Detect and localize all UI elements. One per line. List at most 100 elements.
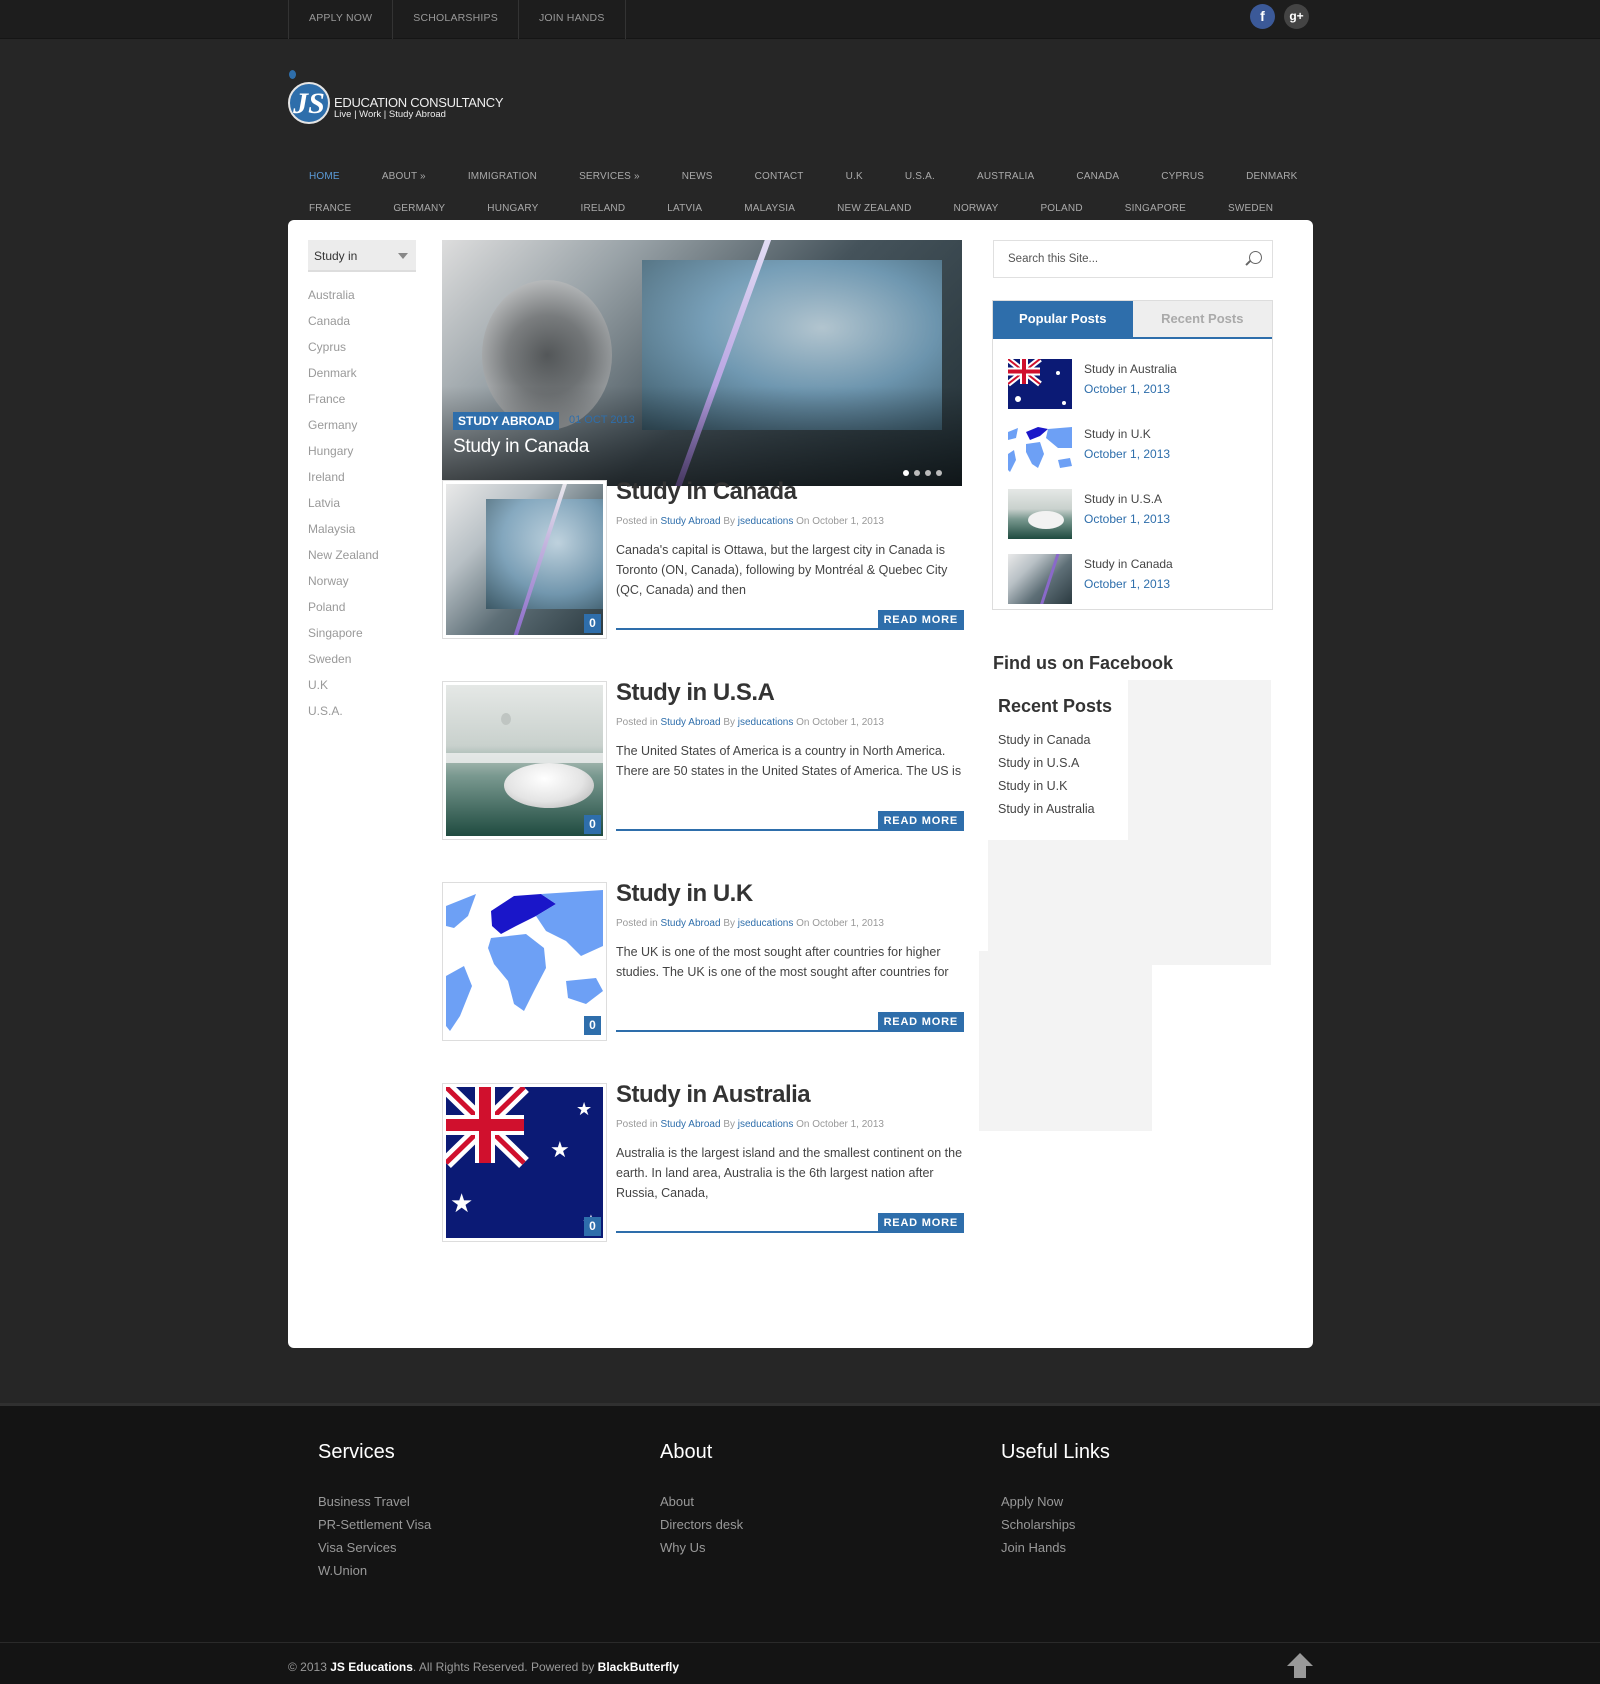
country-link-denmark[interactable]: Denmark xyxy=(308,360,379,386)
post-category-link[interactable]: Study Abroad xyxy=(660,918,720,929)
post-thumbnail[interactable]: 0 xyxy=(442,681,607,840)
country-link-u-s-a[interactable]: U.S.A. xyxy=(308,698,379,724)
country-link-sweden[interactable]: Sweden xyxy=(308,646,379,672)
post-author-link[interactable]: jseducations xyxy=(738,918,794,929)
post-thumbnail[interactable]: 0 xyxy=(442,480,607,639)
post-thumbnail[interactable]: ★ ★ ★ ★ 0 xyxy=(442,1083,607,1242)
nav-item-denmark[interactable]: DENMARK xyxy=(1225,171,1318,182)
nav-item-sweden[interactable]: SWEDEN xyxy=(1207,203,1294,214)
post-author-link[interactable]: jseducations xyxy=(738,1119,794,1130)
recent-post-link[interactable]: Study in U.S.A xyxy=(998,752,1095,775)
featured-slider[interactable]: STUDY ABROAD 01 OCT 2013 Study in Canada xyxy=(442,240,962,486)
slide-title[interactable]: Study in Canada xyxy=(453,436,589,458)
country-link-cyprus[interactable]: Cyprus xyxy=(308,334,379,360)
google-plus-icon[interactable]: g+ xyxy=(1284,4,1309,29)
footer-link-business-travel[interactable]: Business Travel xyxy=(318,1490,431,1513)
read-more-button[interactable]: READ MORE xyxy=(877,1213,964,1233)
nav-item-canada[interactable]: CANADA xyxy=(1055,171,1140,182)
read-more-button[interactable]: READ MORE xyxy=(877,610,964,630)
nav-item-hungary[interactable]: HUNGARY xyxy=(466,203,559,214)
recent-post-link[interactable]: Study in Canada xyxy=(998,729,1095,752)
popular-post-title[interactable]: Study in Canada xyxy=(1084,557,1173,571)
nav-item-singapore[interactable]: SINGAPORE xyxy=(1104,203,1207,214)
tab-recent-posts[interactable]: Recent Posts xyxy=(1132,301,1272,337)
nav-item-new-zealand[interactable]: NEW ZEALAND xyxy=(816,203,932,214)
footer-link-apply-now[interactable]: Apply Now xyxy=(1001,1490,1110,1513)
read-more-button[interactable]: READ MORE xyxy=(877,1012,964,1032)
country-link-norway[interactable]: Norway xyxy=(308,568,379,594)
post-author-link[interactable]: jseducations xyxy=(738,516,794,527)
nav-item-malaysia[interactable]: MALAYSIA xyxy=(723,203,816,214)
country-link-hungary[interactable]: Hungary xyxy=(308,438,379,464)
country-link-malaysia[interactable]: Malaysia xyxy=(308,516,379,542)
nav-item-services[interactable]: SERVICES » xyxy=(558,171,661,182)
comment-count[interactable]: 0 xyxy=(584,614,601,633)
top-link-join-hands[interactable]: JOIN HANDS xyxy=(517,0,626,39)
popular-post-item[interactable]: Study in Canada October 1, 2013 xyxy=(1008,554,1268,606)
footer-link-pr-settlement-visa[interactable]: PR-Settlement Visa xyxy=(318,1513,431,1536)
footer-link-about[interactable]: About xyxy=(660,1490,743,1513)
powered-by-link[interactable]: BlackButterfly xyxy=(598,1660,679,1674)
top-link-scholarships[interactable]: SCHOLARSHIPS xyxy=(392,0,518,39)
popular-post-item[interactable]: Study in U.S.A October 1, 2013 xyxy=(1008,489,1268,541)
popular-post-item[interactable]: Study in U.K October 1, 2013 xyxy=(1008,424,1268,476)
tab-popular-posts[interactable]: Popular Posts xyxy=(993,301,1133,337)
nav-item-germany[interactable]: GERMANY xyxy=(372,203,466,214)
post-category-link[interactable]: Study Abroad xyxy=(660,516,720,527)
nav-item-norway[interactable]: NORWAY xyxy=(933,203,1020,214)
post-title[interactable]: Study in U.S.A xyxy=(616,679,775,707)
nav-item-cyprus[interactable]: CYPRUS xyxy=(1140,171,1225,182)
post-title[interactable]: Study in U.K xyxy=(616,880,753,908)
nav-item-poland[interactable]: POLAND xyxy=(1019,203,1103,214)
nav-item-u-k[interactable]: U.K xyxy=(825,171,884,182)
study-in-select[interactable]: Study in xyxy=(308,240,416,272)
comment-count[interactable]: 0 xyxy=(584,815,601,834)
footer-link-scholarships[interactable]: Scholarships xyxy=(1001,1513,1110,1536)
comment-count[interactable]: 0 xyxy=(584,1217,601,1236)
slider-dot[interactable] xyxy=(903,470,909,476)
comment-count[interactable]: 0 xyxy=(584,1016,601,1035)
nav-item-australia[interactable]: AUSTRALIA xyxy=(956,171,1055,182)
read-more-button[interactable]: READ MORE xyxy=(877,811,964,831)
nav-item-news[interactable]: NEWS xyxy=(661,171,734,182)
slider-dot[interactable] xyxy=(914,470,920,476)
nav-item-immigration[interactable]: IMMIGRATION xyxy=(447,171,558,182)
footer-link-directors-desk[interactable]: Directors desk xyxy=(660,1513,743,1536)
nav-item-contact[interactable]: CONTACT xyxy=(734,171,825,182)
site-logo[interactable]: JS EDUCATION CONSULTANCY Live | Work | S… xyxy=(288,68,528,128)
search-icon[interactable] xyxy=(1249,251,1262,264)
nav-item-latvia[interactable]: LATVIA xyxy=(646,203,723,214)
country-link-u-k[interactable]: U.K xyxy=(308,672,379,698)
slider-dot[interactable] xyxy=(925,470,931,476)
slide-category[interactable]: STUDY ABROAD xyxy=(453,412,560,430)
nav-item-about[interactable]: ABOUT » xyxy=(361,171,447,182)
country-link-poland[interactable]: Poland xyxy=(308,594,379,620)
country-link-new-zealand[interactable]: New Zealand xyxy=(308,542,379,568)
popular-post-title[interactable]: Study in U.K xyxy=(1084,427,1151,441)
country-link-france[interactable]: France xyxy=(308,386,379,412)
post-category-link[interactable]: Study Abroad xyxy=(660,717,720,728)
footer-link-join-hands[interactable]: Join Hands xyxy=(1001,1536,1110,1559)
nav-item-ireland[interactable]: IRELAND xyxy=(560,203,647,214)
nav-item-france[interactable]: FRANCE xyxy=(288,203,372,214)
post-title[interactable]: Study in Canada xyxy=(616,478,797,506)
post-category-link[interactable]: Study Abroad xyxy=(660,1119,720,1130)
country-link-canada[interactable]: Canada xyxy=(308,308,379,334)
company-link[interactable]: JS Educations xyxy=(330,1660,413,1674)
top-link-apply-now[interactable]: APPLY NOW xyxy=(288,0,392,39)
popular-post-title[interactable]: Study in U.S.A xyxy=(1084,492,1162,506)
post-title[interactable]: Study in Australia xyxy=(616,1081,811,1109)
country-link-ireland[interactable]: Ireland xyxy=(308,464,379,490)
country-link-latvia[interactable]: Latvia xyxy=(308,490,379,516)
search-input[interactable]: Search this Site... xyxy=(993,240,1273,278)
recent-post-link[interactable]: Study in Australia xyxy=(998,798,1095,821)
recent-post-link[interactable]: Study in U.K xyxy=(998,775,1095,798)
footer-link-visa-services[interactable]: Visa Services xyxy=(318,1536,431,1559)
popular-post-item[interactable]: Study in Australia October 1, 2013 xyxy=(1008,359,1268,411)
footer-link-why-us[interactable]: Why Us xyxy=(660,1536,743,1559)
post-thumbnail[interactable]: 0 xyxy=(442,882,607,1041)
nav-item-home[interactable]: HOME xyxy=(288,171,361,182)
nav-item-u-s-a[interactable]: U.S.A. xyxy=(884,171,956,182)
slider-dot[interactable] xyxy=(936,470,942,476)
back-to-top-icon[interactable] xyxy=(1287,1653,1313,1679)
